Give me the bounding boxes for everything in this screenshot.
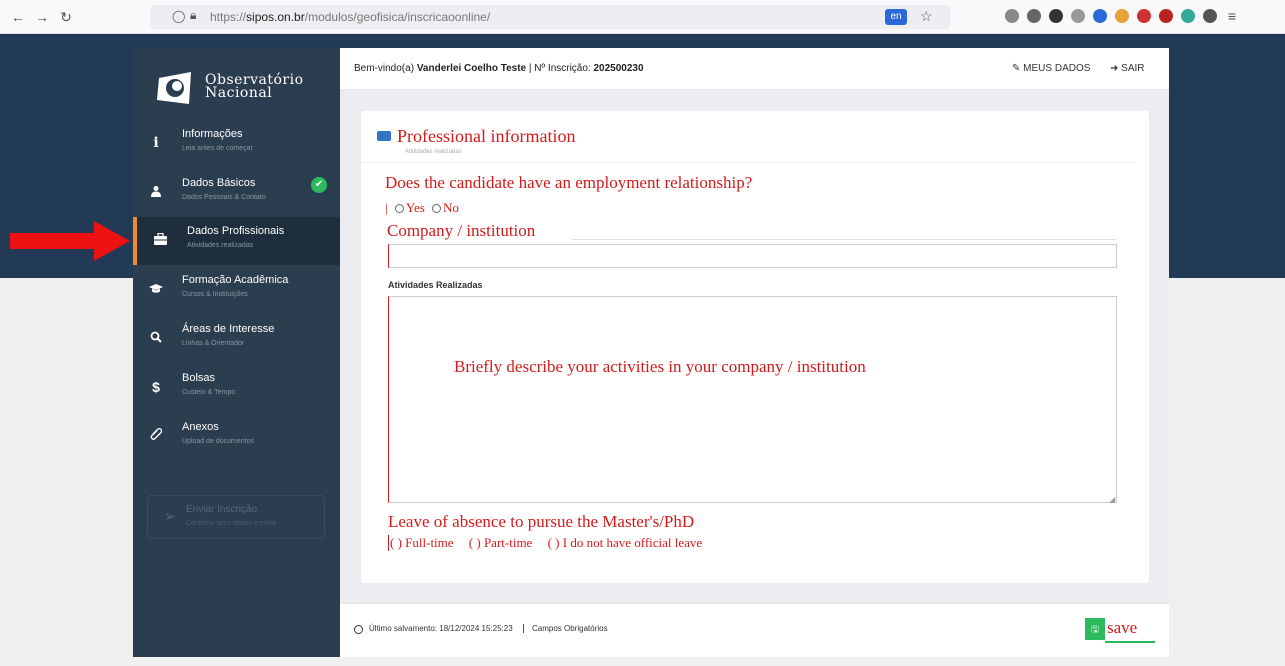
- sidebar-item-formacao-academica[interactable]: Formação Acadêmica Cursos & Instituições: [133, 266, 340, 314]
- my-data-button[interactable]: ✎ MEUS DADOS: [1012, 63, 1090, 74]
- footer-bar: Último salvamento: 18/12/2024 15:25:23 C…: [340, 603, 1169, 657]
- info-icon: i: [153, 135, 159, 151]
- lock-icon[interactable]: 🔒︎: [190, 8, 196, 23]
- bookmark-star-icon[interactable]: ☆: [920, 8, 933, 25]
- download-icon[interactable]: [1027, 9, 1041, 23]
- save-label: save: [1107, 618, 1138, 637]
- url-text[interactable]: https://sipos.on.br/modulos/geofisica/in…: [210, 10, 490, 24]
- leave-options: ( ) Full-time ( ) Part-time ( ) I do not…: [388, 535, 714, 551]
- yes-label[interactable]: Yes: [406, 200, 425, 215]
- sidebar-item-label: Informações: [182, 128, 243, 140]
- required-fields-text: Campos Obrigatórios: [523, 624, 608, 633]
- floppy-disk-icon: 🖫︎: [1085, 618, 1105, 640]
- last-saved-text: Último salvamento: 18/12/2024 15:25:23: [369, 624, 513, 633]
- sidebar-item-informacoes[interactable]: i Informações Leia antes de começar: [133, 120, 340, 168]
- card-subtitle: Atividades realizadas: [405, 149, 462, 155]
- sidebar-item-dados-basicos[interactable]: Dados Básicos Dados Pessoais & Contato ✔: [133, 169, 340, 217]
- user-icon: [147, 183, 165, 201]
- logout-button[interactable]: ➜ SAIR: [1110, 63, 1145, 74]
- sidebar-item-label: Formação Acadêmica: [182, 274, 289, 286]
- extension-icon[interactable]: [1181, 9, 1195, 23]
- extension-icon[interactable]: [1137, 9, 1151, 23]
- annotation-arrow-icon: [10, 221, 130, 261]
- no-label[interactable]: No: [443, 200, 459, 215]
- professional-info-card: Professional information Atividades real…: [361, 111, 1149, 583]
- password-icon[interactable]: [1093, 9, 1107, 23]
- completed-check-icon: ✔: [311, 177, 327, 193]
- extension-icon[interactable]: [1049, 9, 1063, 23]
- submit-application-button[interactable]: ➢ Enviar Inscrição Confirme seus dados e…: [147, 495, 325, 539]
- sidebar-item-sub: Cursos & Instituições: [182, 291, 248, 298]
- no-radio[interactable]: [432, 204, 442, 213]
- main-content: Professional information Atividades real…: [340, 90, 1169, 603]
- welcome-text: Bem-vindo(a) Vanderlei Coelho Teste | Nº…: [354, 63, 644, 74]
- sidebar-item-sub: Linhas & Orientador: [182, 340, 245, 347]
- leave-option-none[interactable]: ( ) I do not have official leave: [548, 535, 703, 550]
- sidebar: Observatório Nacional i Informações Leia…: [133, 48, 340, 657]
- page-title: Professional information: [377, 126, 575, 147]
- dollar-icon: $: [152, 379, 160, 395]
- sidebar-item-label: Dados Básicos: [182, 177, 256, 189]
- submit-sub: Confirme seus dados e envie: [186, 520, 277, 527]
- screenshot-icon[interactable]: [1071, 9, 1085, 23]
- sidebar-item-sub: Upload de documentos: [182, 438, 254, 445]
- divider: [572, 239, 1116, 240]
- activities-hint: Briefly describe your activities in your…: [454, 357, 866, 376]
- sidebar-item-label: Bolsas: [182, 372, 216, 384]
- menu-icon[interactable]: ≡: [1225, 9, 1239, 23]
- back-icon[interactable]: ←: [10, 9, 26, 25]
- paperclip-icon: [147, 427, 165, 445]
- submit-label: Enviar Inscrição: [186, 504, 258, 515]
- leave-option-full-time[interactable]: ( ) Full-time: [390, 535, 454, 550]
- sidebar-item-sub: Leia antes de começar: [182, 145, 253, 152]
- graduation-cap-icon: [147, 280, 165, 298]
- sidebar-item-sub: Custeio & Tempo: [182, 389, 236, 396]
- divider: [361, 162, 1136, 163]
- employment-question: Does the candidate have an employment re…: [385, 173, 753, 192]
- activities-textarea[interactable]: [388, 296, 1117, 503]
- sidebar-item-label: Dados Profissionais: [187, 225, 285, 237]
- ublock-icon[interactable]: [1159, 9, 1173, 23]
- paper-plane-icon: ➢: [164, 508, 176, 524]
- company-input[interactable]: [388, 244, 1117, 268]
- logo[interactable]: Observatório Nacional: [155, 64, 315, 112]
- clock-icon: [354, 625, 363, 634]
- briefcase-icon: [151, 231, 169, 249]
- sidebar-item-areas-de-interesse[interactable]: Áreas de Interesse Linhas & Orientador: [133, 315, 340, 363]
- shield-icon[interactable]: ◯: [172, 9, 185, 23]
- browser-toolbar: ← → ↻ ◯ 🔒︎ https://sipos.on.br/modulos/g…: [0, 0, 1285, 34]
- sidebar-item-dados-profissionais[interactable]: Dados Profissionais Atividades realizada…: [133, 217, 340, 265]
- company-label: Company / institution: [387, 221, 536, 240]
- pocket-icon[interactable]: [1005, 9, 1019, 23]
- sign-out-icon: ➜: [1110, 63, 1119, 74]
- save-button[interactable]: 🖫︎ save: [1085, 618, 1155, 644]
- resize-handle-icon[interactable]: ◢: [1109, 495, 1115, 504]
- extensions-bar: ≡: [1005, 9, 1239, 23]
- briefcase-icon: [377, 131, 391, 141]
- sidebar-item-sub: Dados Pessoais & Contato: [182, 194, 266, 201]
- extension-icon[interactable]: [1115, 9, 1129, 23]
- sidebar-item-label: Áreas de Interesse: [182, 323, 275, 335]
- sidebar-item-label: Anexos: [182, 421, 219, 433]
- translate-icon[interactable]: en: [885, 9, 907, 25]
- leave-option-part-time[interactable]: ( ) Part-time: [469, 535, 533, 550]
- extensions-icon[interactable]: [1203, 9, 1217, 23]
- forward-icon[interactable]: →: [34, 9, 50, 25]
- logo-mark-icon: [157, 72, 191, 104]
- pencil-icon: ✎: [1012, 63, 1021, 74]
- leave-label: Leave of absence to pursue the Master's/…: [388, 512, 695, 531]
- logo-line2: Nacional: [205, 85, 273, 101]
- sidebar-item-anexos[interactable]: Anexos Upload de documentos: [133, 413, 340, 461]
- activities-label: Atividades Realizadas: [388, 280, 483, 290]
- sidebar-item-sub: Atividades realizadas: [187, 242, 254, 249]
- sidebar-item-bolsas[interactable]: $ Bolsas Custeio & Tempo: [133, 364, 340, 412]
- main-topbar: Bem-vindo(a) Vanderlei Coelho Teste | Nº…: [340, 48, 1169, 90]
- reload-icon[interactable]: ↻: [58, 9, 74, 25]
- address-bar[interactable]: ◯ 🔒︎ https://sipos.on.br/modulos/geofisi…: [150, 5, 950, 29]
- search-icon: [147, 329, 165, 347]
- yes-radio[interactable]: [394, 204, 404, 213]
- save-underline: [1105, 641, 1155, 643]
- employment-radio-group: | Yes No: [385, 200, 459, 215]
